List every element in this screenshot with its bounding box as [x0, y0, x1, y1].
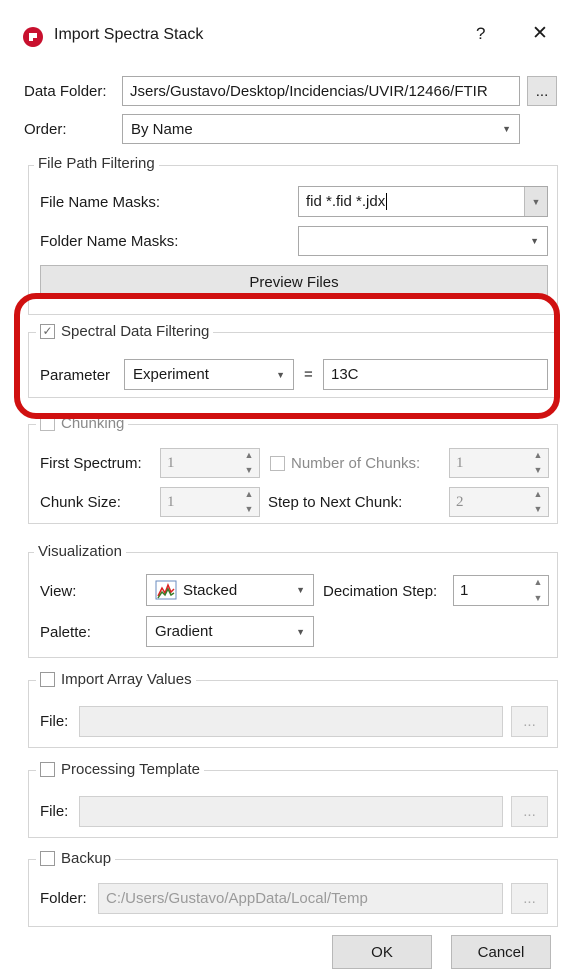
spectral-data-filtering-checkbox[interactable]: ✓: [40, 323, 55, 339]
data-folder-browse-button[interactable]: ...: [527, 76, 557, 106]
chunking-checkbox[interactable]: [40, 415, 55, 431]
import-array-values-title: Import Array Values: [36, 667, 196, 691]
backup-checkbox[interactable]: [40, 850, 55, 866]
step-to-next-chunk-spinbox[interactable]: 2 ▲ ▼: [449, 487, 549, 517]
cancel-button[interactable]: Cancel: [451, 935, 551, 969]
chevron-down-icon: ▼: [502, 124, 511, 134]
help-icon[interactable]: ?: [476, 24, 485, 44]
processing-template-label: Processing Template: [61, 760, 200, 778]
chunking-label: Chunking: [61, 414, 125, 432]
file-name-masks-label: File Name Masks:: [40, 194, 161, 211]
chunk-size-label: Chunk Size:: [40, 494, 121, 511]
folder-name-masks-combo[interactable]: ▼: [298, 226, 548, 256]
stacked-view-icon: [155, 580, 177, 600]
number-of-chunks-label: Number of Chunks:: [270, 455, 420, 472]
preview-files-button[interactable]: Preview Files: [40, 265, 548, 299]
spinner-arrows-icon[interactable]: ▲ ▼: [532, 490, 544, 514]
backup-folder-field[interactable]: C:/Users/Gustavo/AppData/Local/Temp: [98, 883, 503, 914]
view-select[interactable]: Stacked ▼: [146, 574, 314, 606]
spectral-data-filtering-label: Spectral Data Filtering: [61, 322, 210, 340]
decimation-step-label: Decimation Step:: [323, 583, 438, 600]
spectral-data-filtering-title: ✓ Spectral Data Filtering: [36, 319, 214, 343]
import-array-values-label: Import Array Values: [61, 670, 192, 688]
file-path-filtering-title: File Path Filtering: [34, 151, 159, 175]
backup-folder-label: Folder:: [40, 890, 87, 907]
spinner-arrows-icon[interactable]: ▲ ▼: [243, 451, 255, 475]
view-label: View:: [40, 583, 77, 600]
chunk-size-value: 1: [167, 493, 175, 510]
first-spectrum-value: 1: [167, 454, 175, 471]
file-name-masks-combo[interactable]: fid *.fid *.jdx ▼: [298, 186, 548, 217]
parameter-label: Parameter: [40, 367, 111, 384]
decimation-step-value: 1: [460, 582, 469, 599]
decimation-step-spinbox[interactable]: 1 ▲ ▼: [453, 575, 549, 606]
chevron-down-icon: ▼: [276, 369, 285, 380]
parameter-value-field[interactable]: 13C: [323, 359, 548, 390]
visualization-title: Visualization: [34, 539, 126, 563]
step-to-next-chunk-value: 2: [456, 493, 464, 510]
first-spectrum-spinbox[interactable]: 1 ▲ ▼: [160, 448, 260, 478]
close-icon[interactable]: ✕: [532, 22, 548, 45]
palette-select[interactable]: Gradient ▼: [146, 616, 314, 647]
file-name-masks-dropdown-button[interactable]: ▼: [524, 187, 547, 216]
spinner-arrows-icon[interactable]: ▲ ▼: [243, 490, 255, 514]
parameter-value: Experiment: [133, 366, 209, 383]
processing-template-browse-button[interactable]: ...: [511, 796, 548, 827]
view-value: Stacked: [183, 581, 238, 599]
import-array-file-label: File:: [40, 713, 69, 730]
chevron-down-icon: ▼: [530, 236, 539, 246]
step-to-next-chunk-label: Step to Next Chunk:: [268, 494, 403, 511]
window-title: Import Spectra Stack: [54, 26, 204, 43]
text-cursor: [386, 193, 388, 210]
import-array-values-checkbox[interactable]: [40, 671, 55, 687]
data-folder-label: Data Folder:: [24, 83, 107, 100]
folder-name-masks-label: Folder Name Masks:: [40, 233, 179, 250]
chunk-size-spinbox[interactable]: 1 ▲ ▼: [160, 487, 260, 517]
backup-title: Backup: [36, 846, 116, 870]
equals-sign: =: [304, 366, 313, 383]
data-folder-field[interactable]: Jsers/Gustavo/Desktop/Incidencias/UVIR/1…: [122, 76, 520, 106]
spinner-arrows-icon[interactable]: ▲ ▼: [532, 451, 544, 475]
order-value: By Name: [131, 120, 193, 138]
processing-template-title: Processing Template: [36, 757, 204, 781]
palette-label: Palette:: [40, 624, 91, 641]
backup-label: Backup: [61, 849, 112, 867]
parameter-select[interactable]: Experiment ▼: [124, 359, 294, 390]
chevron-down-icon: ▼: [296, 626, 305, 637]
number-of-chunks-value: 1: [456, 454, 464, 471]
import-array-browse-button[interactable]: ...: [511, 706, 548, 737]
chevron-down-icon: ▼: [296, 585, 305, 595]
processing-template-file-label: File:: [40, 803, 69, 820]
title-bar: Import Spectra Stack ? ✕: [0, 0, 574, 74]
number-of-chunks-spinbox[interactable]: 1 ▲ ▼: [449, 448, 549, 478]
processing-template-checkbox[interactable]: [40, 761, 55, 777]
file-name-masks-value: fid *.fid *.jdx: [306, 193, 386, 210]
import-array-file-field[interactable]: [79, 706, 503, 737]
number-of-chunks-checkbox[interactable]: [270, 456, 285, 471]
processing-template-file-field[interactable]: [79, 796, 503, 827]
spinner-arrows-icon[interactable]: ▲ ▼: [532, 578, 544, 603]
backup-browse-button[interactable]: ...: [511, 883, 548, 914]
order-label: Order:: [24, 121, 67, 138]
chunking-title: Chunking: [36, 411, 129, 435]
order-select[interactable]: By Name ▼: [122, 114, 520, 144]
number-of-chunks-text: Number of Chunks:: [291, 455, 421, 472]
palette-value: Gradient: [155, 623, 213, 640]
first-spectrum-label: First Spectrum:: [40, 455, 142, 472]
ok-button[interactable]: OK: [332, 935, 432, 969]
app-logo-icon: [23, 27, 43, 47]
